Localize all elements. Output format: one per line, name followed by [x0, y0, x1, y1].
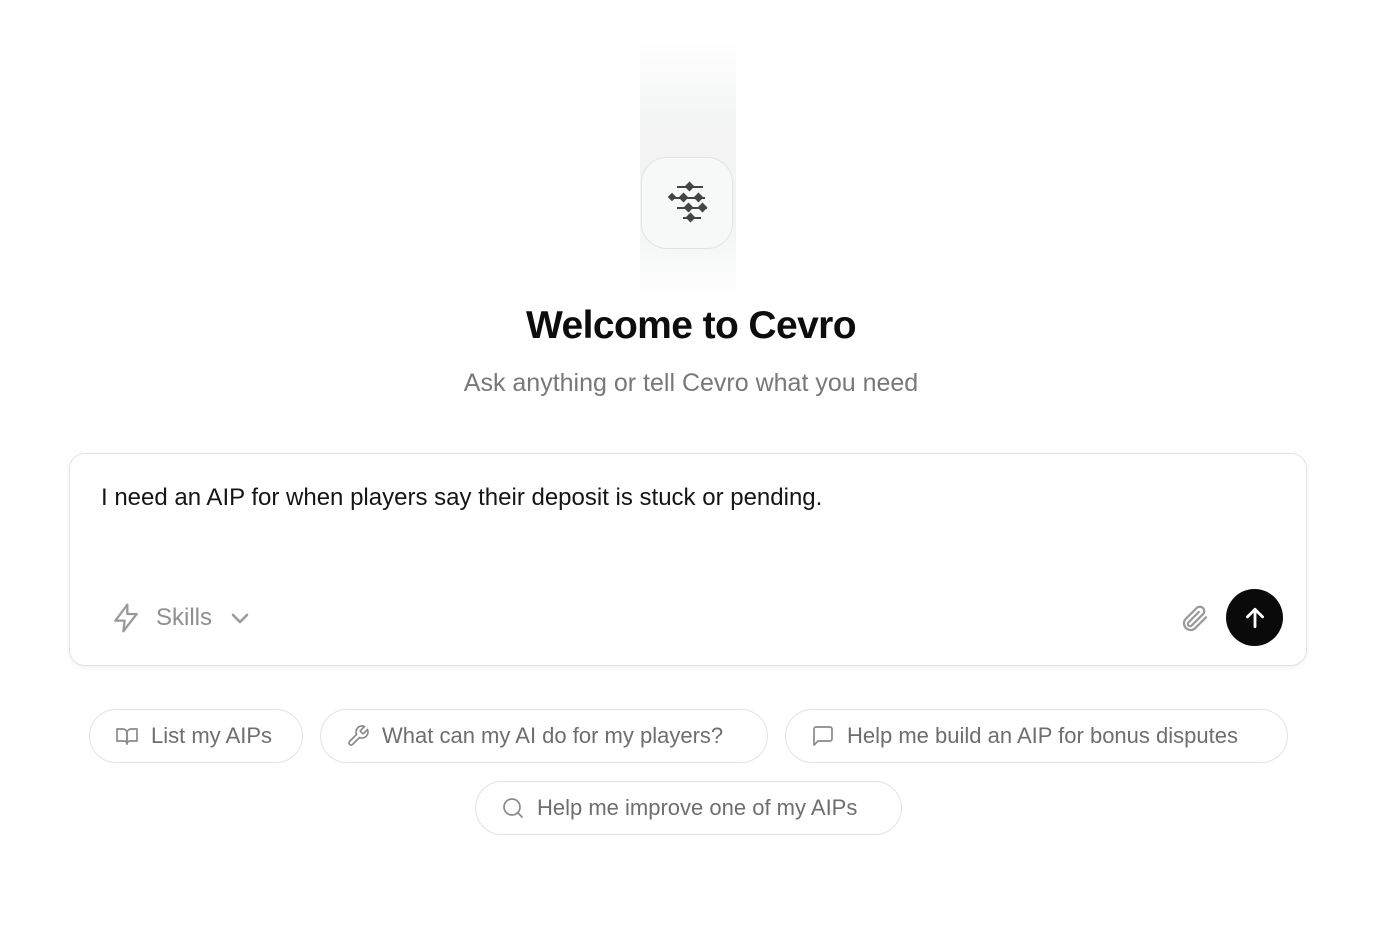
- suggestion-label: Help me build an AIP for bonus disputes: [847, 723, 1238, 748]
- page-title: Welcome to Cevro: [526, 304, 857, 347]
- send-button[interactable]: [1226, 589, 1283, 646]
- suggestion-build-aip-bonus[interactable]: Help me build an AIP for bonus disputes: [785, 709, 1288, 763]
- arrow-up-icon: [1245, 607, 1264, 628]
- cevro-logo: [641, 157, 733, 249]
- message-input[interactable]: I need an AIP for when players say their…: [101, 484, 1251, 512]
- suggestion-label: List my AIPs: [151, 723, 273, 748]
- chat-composer: I need an AIP for when players say their…: [69, 453, 1307, 666]
- lightning-icon: [114, 603, 138, 633]
- skills-label: Skills: [156, 604, 213, 631]
- paperclip-icon: [1182, 605, 1208, 632]
- skills-dropdown[interactable]: Skills: [110, 600, 250, 636]
- message-square-icon: [811, 724, 835, 748]
- attach-button[interactable]: [1177, 601, 1211, 635]
- suggestion-ai-capabilities[interactable]: What can my AI do for my players?: [320, 709, 768, 763]
- chevron-down-icon: [231, 613, 249, 624]
- suggestion-label: What can my AI do for my players?: [382, 723, 724, 748]
- wrench-icon: [346, 724, 370, 748]
- suggestion-improve-aip[interactable]: Help me improve one of my AIPs: [475, 781, 902, 835]
- suggestion-list-aips[interactable]: List my AIPs: [89, 709, 303, 763]
- sliders-logo-icon: [667, 181, 708, 223]
- suggestion-label: Help me improve one of my AIPs: [537, 795, 858, 820]
- search-icon: [501, 796, 525, 820]
- page-subtitle: Ask anything or tell Cevro what you need: [463, 369, 919, 397]
- book-open-icon: [115, 724, 139, 748]
